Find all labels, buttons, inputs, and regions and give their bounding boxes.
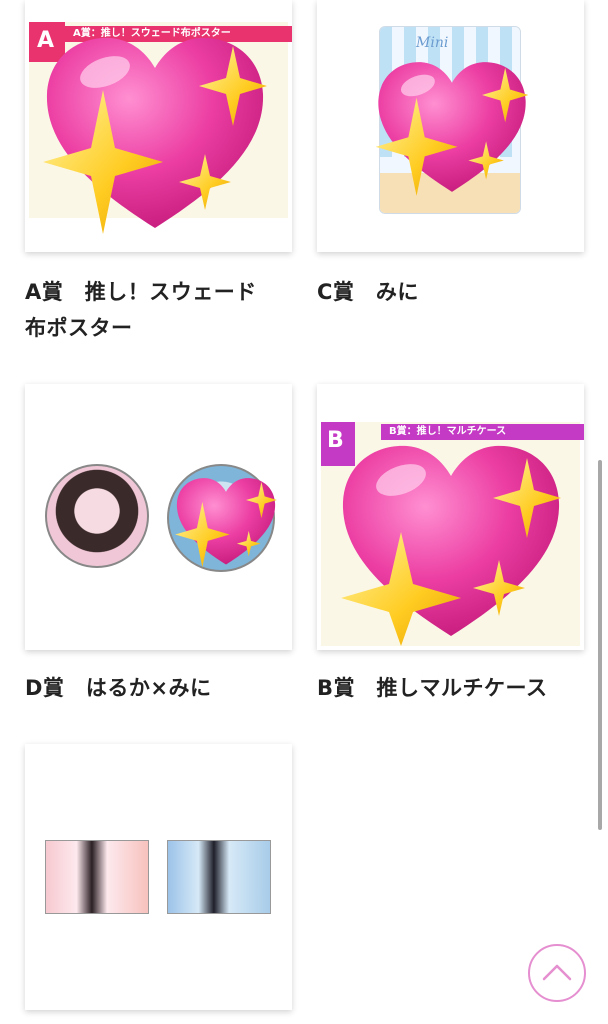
scrollbar[interactable]	[598, 460, 602, 830]
prize-card-d[interactable]	[25, 384, 292, 650]
sparkling-heart-icon	[175, 478, 277, 568]
prize-card-e[interactable]	[25, 744, 292, 1010]
sparkling-heart-icon	[43, 37, 267, 234]
bromide-image-2	[167, 840, 271, 914]
prize-card-b[interactable]: B B賞：推し！マルチケース	[317, 384, 584, 650]
photo-caption: Mini	[416, 35, 449, 51]
prize-card-a[interactable]: A A賞：推し！スウェード布ポスター	[25, 0, 292, 252]
sparkling-heart-icon	[375, 62, 529, 196]
scroll-to-top-button[interactable]	[528, 944, 586, 1002]
badge-image-1	[45, 464, 149, 568]
chevron-up-icon	[542, 964, 572, 981]
prize-card-c[interactable]: Mini	[317, 0, 584, 252]
prize-title-b[interactable]: B賞 推しマルチケース	[317, 670, 587, 706]
prize-title-a[interactable]: A賞 推し！スウェード 布ポスター	[25, 274, 295, 346]
bromide-image-1	[45, 840, 149, 914]
sparkling-heart-icon	[341, 445, 561, 646]
prize-title-c[interactable]: C賞 みに	[317, 274, 587, 310]
prize-title-d[interactable]: D賞 はるか×みに	[25, 670, 295, 706]
prize-list-page: A A賞：推し！スウェード布ポスター A賞 推し！スウェード 布ポスター Min…	[0, 0, 608, 1024]
